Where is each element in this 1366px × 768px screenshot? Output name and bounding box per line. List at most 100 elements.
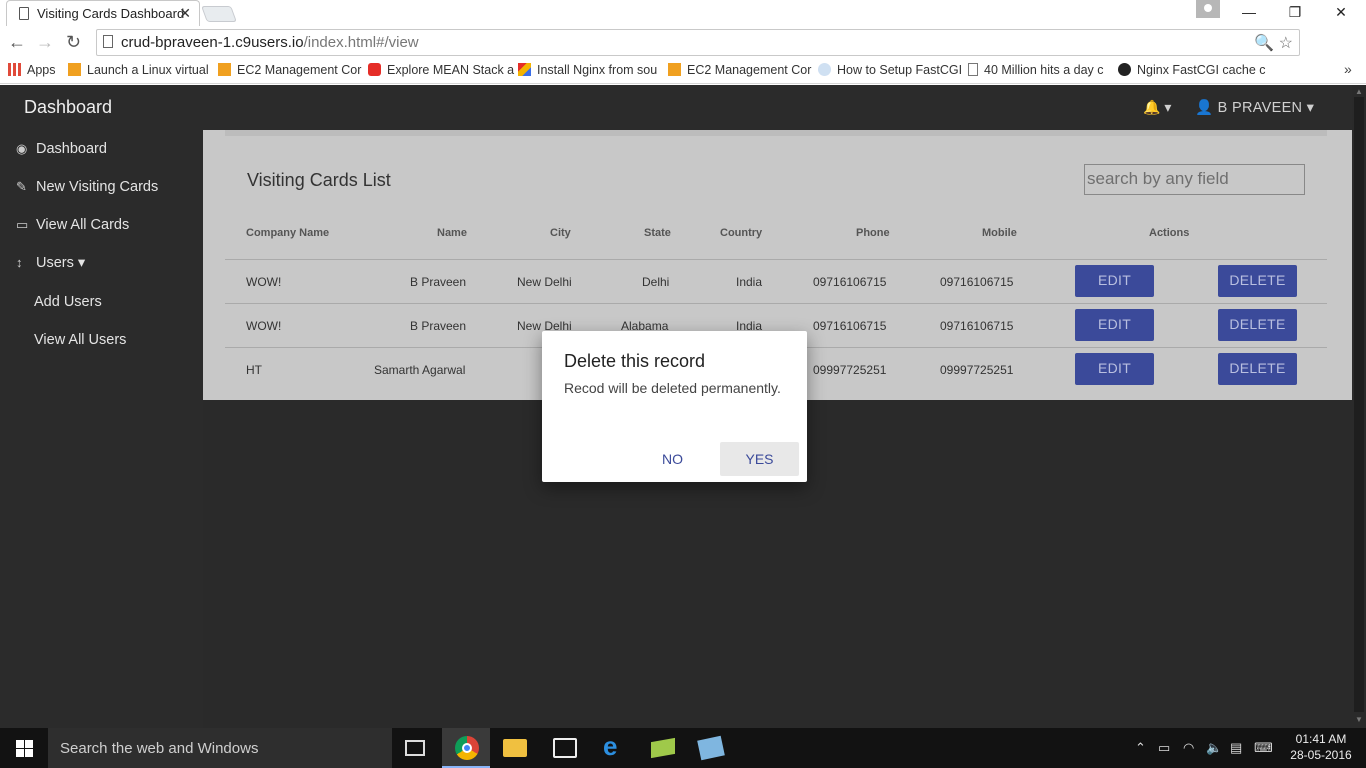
address-bar[interactable]: crud-bpraveen-1.c9users.io/index.html#/v… (96, 29, 1300, 56)
scrollbar-thumb[interactable] (1354, 97, 1364, 712)
tachometer-icon: ◉ (16, 141, 28, 156)
bookmark-item[interactable]: EC2 Management Cor (668, 63, 811, 77)
scroll-up-icon[interactable]: ▲ (1355, 87, 1363, 96)
url-text: crud-bpraveen-1.c9users.io/index.html#/v… (121, 34, 419, 51)
task-view-icon[interactable] (405, 740, 425, 756)
top-navbar: 🔔 ▾ 👤 B PRAVEEN ▾ (203, 85, 1352, 130)
column-header[interactable]: Name (437, 227, 467, 239)
column-header[interactable]: State (644, 227, 671, 239)
sidebar-item-new-visiting-cards[interactable]: ✎ New Visiting Cards (16, 179, 158, 195)
colorful-logo-icon (518, 63, 531, 76)
youtube-icon (368, 63, 381, 76)
bookmarks-bar: Apps Launch a Linux virtual EC2 Manageme… (0, 58, 1366, 84)
cell-mobile: 09716106715 (940, 275, 1014, 289)
system-clock[interactable]: 01:41 AM 28-05-2016 (1286, 731, 1356, 763)
cell-phone: 09997725251 (813, 363, 887, 377)
taskbar-search-input[interactable]: Search the web and Windows (48, 728, 392, 768)
search-star-icons[interactable]: 🔍 ☆ (1254, 33, 1293, 53)
notes-app-icon[interactable] (697, 735, 725, 761)
bookmark-apps[interactable]: Apps (8, 63, 56, 77)
page-info-icon[interactable] (103, 35, 113, 48)
aws-cube-icon (218, 63, 231, 76)
no-button[interactable]: NO (633, 442, 712, 476)
github-icon (1118, 63, 1131, 76)
file-explorer-icon[interactable] (503, 739, 527, 757)
maps-app-icon[interactable] (651, 737, 675, 759)
chrome-icon[interactable] (455, 736, 479, 760)
brand-title[interactable]: Dashboard (24, 97, 112, 118)
cell-state: Delhi (642, 275, 670, 289)
bookmark-item[interactable]: Launch a Linux virtual (68, 63, 209, 77)
windows-taskbar: Search the web and Windows e ⌃ ▭ ◠ 🔈 ▤ ⌨… (0, 728, 1366, 768)
bookmark-item[interactable]: 40 Million hits a day c (968, 63, 1104, 77)
user-menu[interactable]: 👤 B PRAVEEN ▾ (1195, 99, 1314, 116)
arrows-vertical-icon: ↕ (16, 255, 23, 270)
apps-grid-icon (8, 63, 21, 76)
bookmark-item[interactable]: How to Setup FastCGI (818, 63, 962, 77)
wifi-icon[interactable]: ◠ (1183, 740, 1194, 756)
close-tab-icon[interactable]: ✕ (179, 5, 191, 22)
minimize-button[interactable]: — (1226, 0, 1272, 24)
keyboard-icon[interactable]: ⌨ (1254, 740, 1273, 756)
cell-city: New Delhi (517, 275, 572, 289)
cell-mobile: 09716106715 (940, 319, 1014, 333)
volume-muted-icon[interactable]: 🔈 (1206, 740, 1222, 756)
forward-arrow-icon[interactable]: → (36, 32, 54, 53)
delete-button[interactable]: DELETE (1218, 353, 1297, 385)
column-header[interactable]: Mobile (982, 227, 1017, 239)
edit-button[interactable]: EDIT (1075, 265, 1154, 297)
cell-name: B Praveen (410, 319, 467, 333)
cell-company: WOW! (246, 319, 282, 333)
store-icon[interactable] (553, 738, 577, 758)
edge-icon[interactable]: e (603, 731, 627, 761)
column-header: Actions (1149, 227, 1190, 239)
dialog-message: Recod will be deleted permanently. (564, 380, 781, 396)
sidebar-item-view-all-cards[interactable]: ▭ View All Cards (16, 217, 129, 233)
column-header[interactable]: City (550, 227, 571, 239)
new-tab-button[interactable] (201, 6, 237, 22)
delete-button[interactable]: DELETE (1218, 265, 1297, 297)
notifications-bell-icon[interactable]: 🔔 ▾ (1143, 99, 1171, 116)
sidebar-item-dashboard[interactable]: ◉ Dashboard (16, 141, 107, 157)
windows-start-icon[interactable] (16, 740, 33, 757)
edit-button[interactable]: EDIT (1075, 353, 1154, 385)
notifications-icon[interactable]: ▤ (1230, 740, 1242, 756)
bookmark-item[interactable]: Explore MEAN Stack a (368, 63, 514, 77)
bookmark-item[interactable]: Nginx FastCGI cache c (1118, 63, 1266, 77)
back-arrow-icon[interactable]: ← (8, 32, 26, 53)
sidebar-item-view-all-users[interactable]: View All Users (34, 332, 126, 348)
page-icon (19, 7, 29, 20)
column-header[interactable]: Country (720, 227, 762, 239)
bookmark-item[interactable]: EC2 Management Cor (218, 63, 361, 77)
table-header: Company Name Name City State Country Pho… (225, 227, 1327, 259)
battery-icon[interactable]: ▭ (1158, 740, 1170, 756)
search-input[interactable]: search by any field (1084, 164, 1305, 195)
sidebar: Dashboard ◉ Dashboard ✎ New Visiting Cards… (0, 85, 203, 728)
sidebar-item-users[interactable]: ↕ Users ▾ (16, 255, 85, 271)
tab-title: Visiting Cards Dashboard (37, 6, 185, 21)
edit-button[interactable]: EDIT (1075, 309, 1154, 341)
column-header[interactable]: Phone (856, 227, 890, 239)
restore-button[interactable]: ❐ (1272, 0, 1318, 24)
content-divider (225, 130, 1327, 136)
reload-icon[interactable]: ↻ (66, 32, 81, 53)
cell-phone: 09716106715 (813, 275, 887, 289)
delete-button[interactable]: DELETE (1218, 309, 1297, 341)
page-scrollbar[interactable]: ▲ ▼ (1352, 85, 1366, 728)
sidebar-item-add-users[interactable]: Add Users (34, 294, 102, 310)
clock-date: 28-05-2016 (1290, 748, 1352, 762)
bookmark-item[interactable]: Install Nginx from sou (518, 63, 657, 77)
bookmarks-overflow-icon[interactable]: » (1344, 61, 1352, 77)
cell-company: HT (246, 363, 262, 377)
column-header[interactable]: Company Name (246, 227, 329, 239)
dialog-title: Delete this record (564, 351, 706, 371)
scroll-down-icon[interactable]: ▼ (1355, 715, 1363, 724)
close-window-button[interactable]: ✕ (1318, 0, 1364, 24)
browser-tab[interactable]: Visiting Cards Dashboard ✕ (6, 0, 200, 26)
profile-icon[interactable] (1196, 0, 1220, 18)
clock-time: 01:41 AM (1295, 732, 1347, 746)
edit-icon: ✎ (16, 179, 27, 194)
tray-overflow-icon[interactable]: ⌃ (1135, 740, 1146, 756)
browser-toolbar: ← → ↻ crud-bpraveen-1.c9users.io/index.h… (0, 28, 1366, 80)
yes-button[interactable]: YES (720, 442, 799, 476)
